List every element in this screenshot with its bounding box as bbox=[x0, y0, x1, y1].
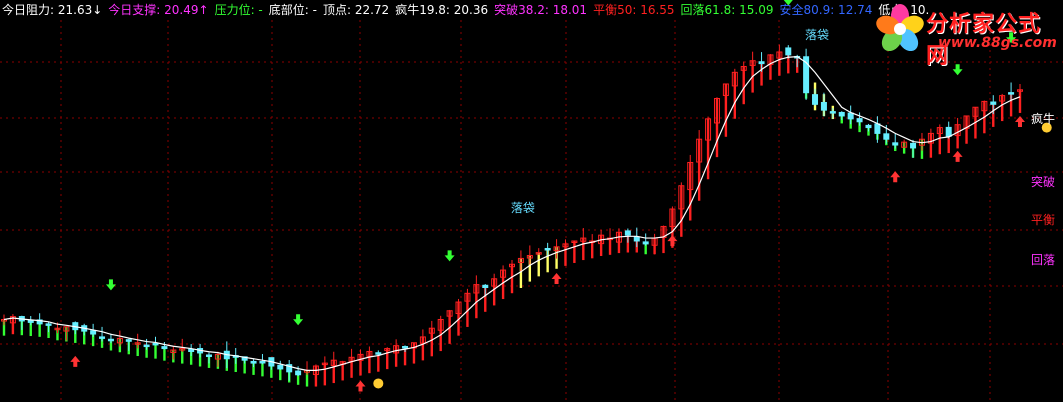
buy-arrow-icon bbox=[70, 355, 81, 367]
candle-body bbox=[205, 354, 212, 357]
candle-body bbox=[892, 142, 899, 146]
header-item: 疯牛19.8: 20.36 bbox=[395, 3, 489, 17]
candle-body bbox=[642, 241, 649, 245]
site-logo: 分析家公式网 www.88gs.com bbox=[874, 1, 1059, 69]
candle-body bbox=[874, 123, 881, 134]
annotation-fall: 落袋 bbox=[805, 28, 829, 42]
level-label-breakout: 突破 bbox=[1030, 175, 1055, 189]
candle-body bbox=[277, 364, 284, 370]
candle-body bbox=[883, 133, 890, 140]
flower-logo-icon bbox=[876, 4, 924, 52]
buy-arrow-icon bbox=[890, 171, 901, 183]
header-item: 今日支撑: 20.49↑ bbox=[108, 3, 209, 17]
annotation-fall: 落袋 bbox=[511, 201, 535, 215]
buy-arrow-icon bbox=[667, 235, 678, 247]
buy-arrow-icon bbox=[1015, 115, 1025, 127]
level-label-pullback: 回落 bbox=[1030, 253, 1055, 267]
candle-body bbox=[812, 94, 819, 105]
candle-body bbox=[847, 112, 854, 120]
candle-body bbox=[990, 101, 997, 105]
candle-body bbox=[544, 247, 551, 251]
candle-body bbox=[402, 346, 409, 349]
header-item: 底部位: - bbox=[268, 3, 317, 17]
buy-arrow-icon bbox=[952, 150, 963, 162]
candle-body bbox=[45, 323, 52, 326]
candle-body bbox=[829, 111, 836, 114]
candle-body bbox=[856, 118, 863, 123]
header-item: 安全80.9: 12.74 bbox=[779, 3, 873, 17]
level-label-crazy-bull: 疯牛 bbox=[1030, 112, 1055, 126]
candle-body bbox=[295, 370, 302, 376]
candle-body bbox=[250, 360, 257, 364]
candle-body bbox=[152, 342, 159, 346]
candle-body bbox=[624, 230, 631, 236]
candle-body bbox=[910, 142, 917, 149]
candle-body bbox=[838, 111, 845, 117]
header-item: 突破38.2: 18.01 bbox=[494, 3, 588, 17]
logo-url: www.88gs.com bbox=[938, 35, 1057, 51]
candle-body bbox=[482, 284, 489, 289]
level-label-balance: 平衡 bbox=[1030, 213, 1055, 227]
header-item: 回落61.8: 15.09 bbox=[680, 3, 774, 17]
candle-body bbox=[259, 360, 266, 364]
sell-arrow-icon bbox=[105, 279, 116, 291]
buy-arrow-icon bbox=[551, 272, 562, 284]
candle-body bbox=[945, 126, 952, 137]
buy-arrow-icon bbox=[355, 380, 366, 392]
candle-body bbox=[125, 339, 132, 342]
candle-body bbox=[865, 124, 872, 129]
candle-body bbox=[107, 338, 114, 342]
candle-body bbox=[90, 330, 97, 335]
candle-body bbox=[375, 352, 382, 355]
header-item: 今日阻力: 21.63↓ bbox=[2, 3, 103, 17]
header-item: 顶点: 22.72 bbox=[322, 3, 390, 17]
money-bag-icon bbox=[373, 378, 384, 389]
candle-body bbox=[633, 236, 640, 242]
header-item: 平衡50: 16.55 bbox=[593, 3, 675, 17]
candle-body bbox=[785, 47, 792, 56]
candle-body bbox=[1008, 92, 1015, 95]
candle-body bbox=[820, 102, 827, 111]
header-item: 压力位: - bbox=[214, 3, 263, 17]
indicator-header: 今日阻力: 21.63↓ 今日支撑: 20.49↑ 压力位: - 底部位: - 顶点: … bbox=[2, 2, 935, 18]
candle-body bbox=[99, 336, 106, 339]
candle-body bbox=[161, 346, 168, 350]
sell-arrow-icon bbox=[293, 314, 304, 326]
candle-body bbox=[758, 61, 765, 65]
sell-arrow-icon bbox=[444, 250, 455, 262]
candle-body bbox=[143, 344, 150, 348]
